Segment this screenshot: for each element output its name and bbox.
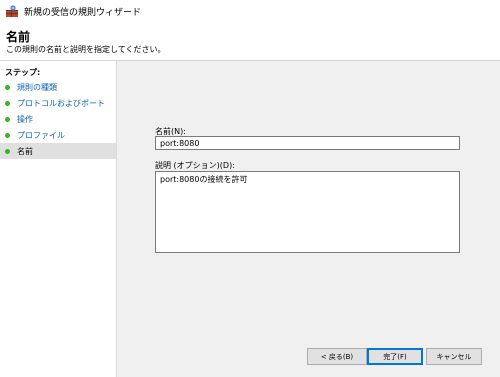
step-label: 操作 bbox=[17, 114, 33, 124]
window-title: 新規の受信の規則ウィザード bbox=[24, 7, 142, 18]
step-protocol-ports[interactable]: プロトコルおよびポート bbox=[0, 95, 116, 111]
description-textarea[interactable]: port:8080の接続を許可 bbox=[155, 171, 460, 253]
finish-button[interactable]: 完了(F) bbox=[367, 348, 423, 365]
page-description: この規則の名前と説明を指定してください。 bbox=[6, 45, 166, 54]
step-label: 名前 bbox=[17, 146, 33, 156]
description-label: 説明 (オプション)(D): bbox=[155, 161, 235, 170]
step-complete-dot-icon bbox=[5, 116, 10, 122]
name-input[interactable] bbox=[155, 136, 460, 150]
wizard-main-panel: 名前(N): 説明 (オプション)(D): port:8080の接続を許可 < … bbox=[117, 61, 500, 377]
step-name-current[interactable]: 名前 bbox=[0, 143, 116, 159]
step-current-dot-icon bbox=[5, 148, 10, 154]
step-rule-type[interactable]: 規則の種類 bbox=[0, 79, 116, 95]
step-label: 規則の種類 bbox=[17, 82, 57, 92]
back-button[interactable]: < 戻る(B) bbox=[307, 348, 367, 365]
firewall-app-icon bbox=[6, 5, 18, 17]
step-label: プロトコルおよびポート bbox=[17, 98, 105, 108]
steps-label: ステップ: bbox=[5, 68, 41, 77]
step-profile[interactable]: プロファイル bbox=[0, 127, 116, 143]
title-bar: 新規の受信の規則ウィザード bbox=[0, 0, 500, 22]
step-complete-dot-icon bbox=[5, 84, 10, 90]
cancel-button[interactable]: キャンセル bbox=[426, 348, 482, 365]
step-complete-dot-icon bbox=[5, 100, 10, 106]
page-title: 名前 bbox=[6, 30, 31, 44]
step-complete-dot-icon bbox=[5, 132, 10, 138]
wizard-header: 名前 この規則の名前と説明を指定してください。 bbox=[0, 22, 500, 60]
step-label: プロファイル bbox=[17, 130, 65, 140]
step-action[interactable]: 操作 bbox=[0, 111, 116, 127]
steps-sidebar: ステップ: 規則の種類 プロトコルおよびポート 操作 プロファイル 名前 bbox=[0, 61, 117, 377]
